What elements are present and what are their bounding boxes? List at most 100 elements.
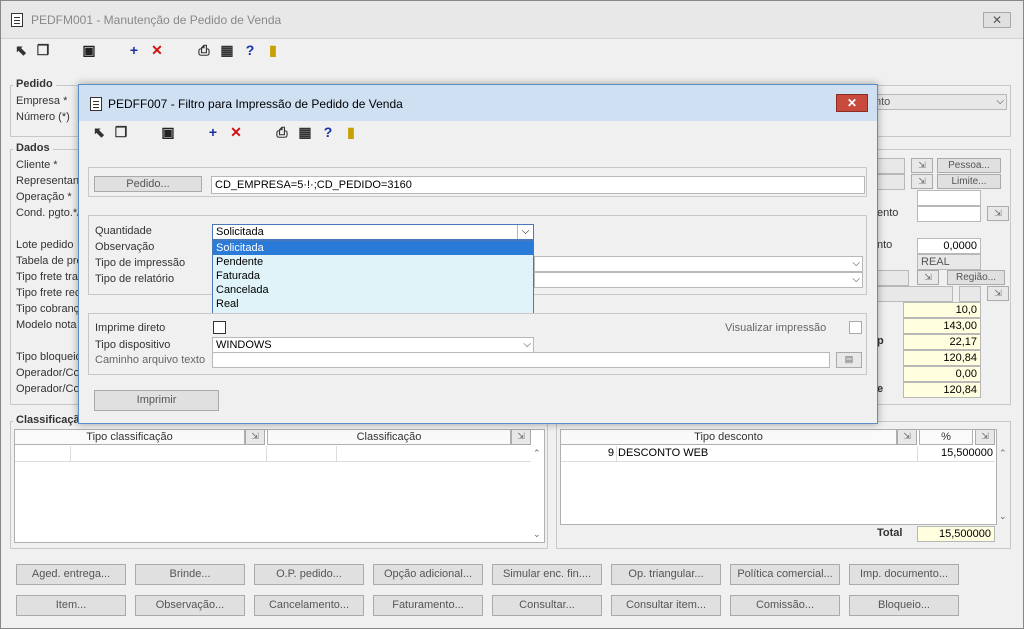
print-icon[interactable]: ⎙ — [196, 42, 212, 58]
scroll-up-icon[interactable]: ⌃ — [999, 448, 1007, 459]
copy-icon[interactable]: ❐ — [35, 42, 51, 58]
chevron-down-icon[interactable]: ⌵ — [996, 95, 1004, 109]
tipo-desconto-header[interactable]: Tipo desconto — [560, 429, 897, 445]
total-value-field[interactable]: 15,500000 — [917, 526, 995, 542]
print-icon[interactable]: ⎙ — [274, 124, 290, 140]
empresa-label: Empresa * — [16, 95, 68, 107]
pessoa-button[interactable]: Pessoa... — [937, 158, 1001, 173]
bottom-button-14[interactable]: Consultar item... — [611, 595, 721, 616]
visualizar-checkbox[interactable] — [849, 321, 862, 334]
tipo-relatorio-select[interactable]: ⌵ — [534, 272, 863, 288]
lote-value-field[interactable]: 0,0000 — [917, 238, 981, 254]
tipo-dispositivo-select[interactable]: WINDOWS ⌵ — [212, 337, 534, 353]
bottom-button-6[interactable]: Op. triangular... — [611, 564, 721, 585]
bottom-button-10[interactable]: Observação... — [135, 595, 245, 616]
quantidade-option[interactable]: Real — [213, 297, 533, 311]
quantidade-option[interactable]: Cancelada — [213, 283, 533, 297]
exit-icon[interactable]: ▮ — [343, 124, 359, 140]
imprime-direto-label: Imprime direto — [95, 322, 166, 334]
regiao-button[interactable]: Região... — [947, 270, 1005, 285]
chevron-down-icon[interactable]: ⌵ — [852, 257, 860, 271]
quantidade-option[interactable]: Pendente — [213, 255, 533, 269]
frete-rec-search-button[interactable]: ⇲ — [987, 286, 1009, 301]
desconto-name: DESCONTO WEB — [618, 447, 709, 459]
imprime-direto-checkbox[interactable] — [213, 321, 226, 334]
bottom-button-7[interactable]: Política comercial... — [730, 564, 840, 585]
classificacao-filter-icon[interactable]: ⇲ — [511, 429, 531, 445]
chevron-down-icon[interactable]: ⌵ — [852, 273, 860, 287]
caminho-field[interactable] — [212, 352, 830, 368]
quantidade-select[interactable]: Solicitada — [212, 224, 534, 240]
value-field-3[interactable]: 22,17 — [903, 334, 981, 350]
cliente-search-button[interactable]: ⇲ — [911, 158, 933, 173]
save-icon[interactable]: ▣ — [160, 124, 176, 140]
tipo-classificacao-header[interactable]: Tipo classificação — [14, 429, 245, 445]
save-icon[interactable]: ▣ — [81, 42, 97, 58]
bottom-button-12[interactable]: Faturamento... — [373, 595, 483, 616]
pedido-filter-field[interactable]: CD_EMPRESA=5·!·;CD_PEDIDO=3160 — [211, 176, 865, 194]
bottom-button-13[interactable]: Consultar... — [492, 595, 602, 616]
bottom-button-8[interactable]: Imp. documento... — [849, 564, 959, 585]
cond-extra-field[interactable] — [917, 206, 981, 222]
tipo-impressao-select[interactable]: ⌵ — [534, 256, 863, 272]
value-field-2[interactable]: 143,00 — [903, 318, 981, 334]
imprimir-button[interactable]: Imprimir — [94, 390, 219, 411]
add-icon[interactable]: + — [126, 42, 142, 58]
tipo-desconto-filter-icon[interactable]: ⇲ — [897, 429, 917, 445]
select-icon[interactable]: ⬉ — [91, 124, 107, 140]
frete-extra-field[interactable] — [873, 270, 909, 286]
limite-button[interactable]: Limite... — [937, 174, 1001, 189]
table-row[interactable] — [15, 446, 531, 462]
bottom-button-9[interactable]: Item... — [16, 595, 126, 616]
bottom-button-15[interactable]: Comissão... — [730, 595, 840, 616]
frete-rec-extra-field[interactable] — [873, 286, 953, 302]
pct-header[interactable]: % — [919, 429, 973, 445]
grid-icon[interactable]: ▦ — [297, 124, 313, 140]
grid-icon[interactable]: ▦ — [219, 42, 235, 58]
pedido-button[interactable]: Pedido... — [94, 176, 202, 192]
chevron-down-icon[interactable]: ⌵ — [523, 338, 531, 352]
value-field-1[interactable]: 10,0 — [903, 302, 981, 318]
value-field-5[interactable]: 0,00 — [903, 366, 981, 382]
classificacao-header[interactable]: Classificação — [267, 429, 511, 445]
value-field-4[interactable]: 120,84 — [903, 350, 981, 366]
scroll-down-icon[interactable]: ⌄ — [533, 529, 541, 540]
help-icon[interactable]: ? — [242, 42, 258, 58]
main-title-bar: PEDFM001 - Manutenção de Pedido de Venda… — [1, 1, 1023, 39]
bottom-button-3[interactable]: O.P. pedido... — [254, 564, 364, 585]
tabela-currency-field[interactable]: REAL — [917, 254, 981, 270]
help-icon[interactable]: ? — [320, 124, 336, 140]
folder-browse-icon[interactable]: ▤ — [836, 352, 862, 368]
scroll-up-icon[interactable]: ⌃ — [533, 448, 541, 459]
frete-search-button[interactable]: ⇲ — [917, 270, 939, 285]
scroll-down-icon[interactable]: ⌄ — [999, 511, 1007, 522]
delete-icon[interactable]: ✕ — [228, 124, 244, 140]
cond-search-button[interactable]: ⇲ — [987, 206, 1009, 221]
chevron-down-icon[interactable]: ⌵ — [517, 225, 533, 239]
bottom-button-1[interactable]: Aged. entrega... — [16, 564, 126, 585]
copy-icon[interactable]: ❐ — [113, 124, 129, 140]
frete-rec-extra-field-2[interactable] — [959, 286, 981, 302]
tipo-dispositivo-label: Tipo dispositivo — [95, 339, 171, 351]
tipo-classificacao-filter-icon[interactable]: ⇲ — [245, 429, 265, 445]
empresa-name-field[interactable]: nto ⌵ — [871, 94, 1007, 110]
operacao-extra-field[interactable] — [917, 190, 981, 206]
dialog-close-button[interactable]: ✕ — [836, 94, 868, 112]
add-icon[interactable]: + — [205, 124, 221, 140]
main-close-button[interactable]: ✕ — [983, 12, 1011, 28]
bottom-button-16[interactable]: Bloqueio... — [849, 595, 959, 616]
bottom-button-11[interactable]: Cancelamento... — [254, 595, 364, 616]
delete-icon[interactable]: ✕ — [149, 42, 165, 58]
quantidade-option[interactable]: Solicitada — [213, 241, 533, 255]
representante-search-button[interactable]: ⇲ — [911, 174, 933, 189]
value-field-6[interactable]: 120,84 — [903, 382, 981, 398]
table-row[interactable]: 9 DESCONTO WEB 15,500000 — [561, 446, 995, 462]
bottom-button-4[interactable]: Opção adicional... — [373, 564, 483, 585]
bottom-button-5[interactable]: Simular enc. fin.... — [492, 564, 602, 585]
quantidade-option[interactable]: Faturada — [213, 269, 533, 283]
bottom-button-2[interactable]: Brinde... — [135, 564, 245, 585]
observacao-label: Observação — [95, 241, 155, 253]
select-icon[interactable]: ⬉ — [13, 42, 29, 58]
pct-filter-icon[interactable]: ⇲ — [975, 429, 995, 445]
exit-icon[interactable]: ▮ — [265, 42, 281, 58]
